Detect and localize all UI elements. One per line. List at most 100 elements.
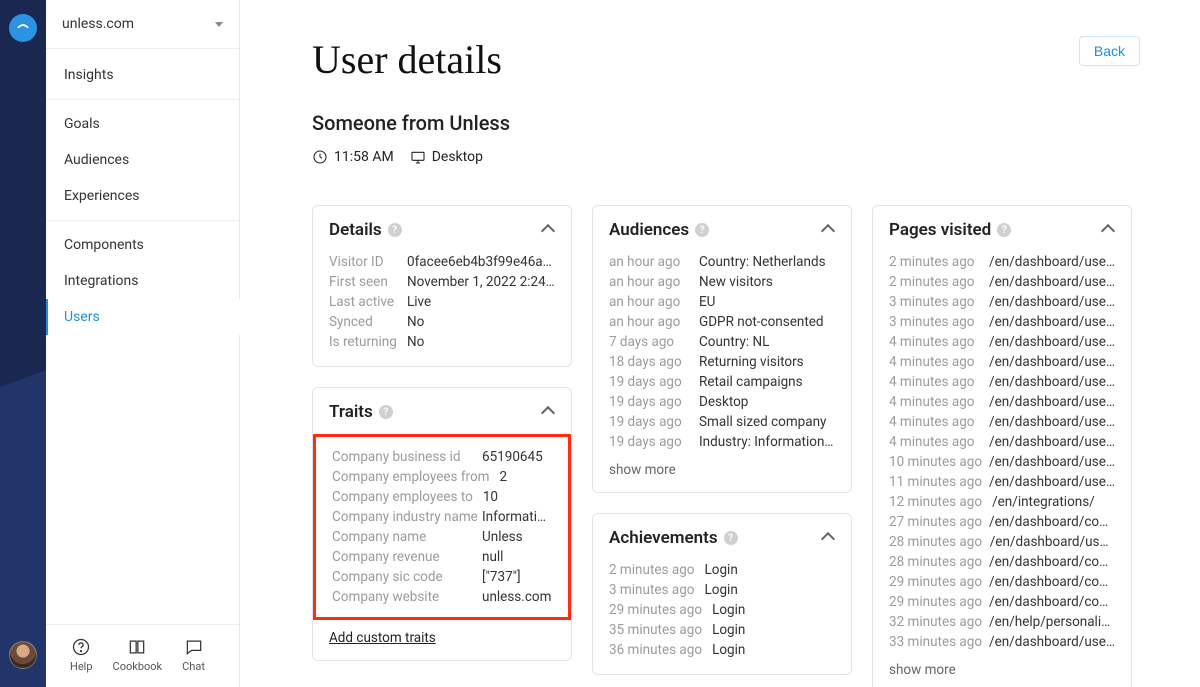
- cookbook-button[interactable]: Cookbook: [113, 637, 163, 673]
- list-item: 4 minutes ago/en/dashboard/users/co…: [889, 372, 1115, 392]
- workspace-selector[interactable]: unless.com: [46, 0, 239, 49]
- list-item: First seenNovember 1, 2022 2:24 PM: [329, 272, 555, 292]
- row-value: /en/dashboard/users: [990, 534, 1115, 550]
- row-value: /en/dashboard/contact…: [989, 574, 1115, 590]
- sidebar-item-users[interactable]: Users: [46, 299, 239, 335]
- page-title: User details: [312, 36, 502, 83]
- row-value: /en/dashboard/users/v…: [989, 634, 1115, 650]
- help-icon[interactable]: ?: [388, 223, 402, 237]
- row-label: 35 minutes ago: [609, 622, 702, 638]
- list-item: 4 minutes ago/en/dashboard/users/vis…: [889, 352, 1115, 372]
- chat-button[interactable]: Chat: [182, 637, 205, 673]
- show-more-link[interactable]: show more: [889, 662, 1115, 678]
- list-item: 4 minutes ago/en/dashboard/users/vis…: [889, 392, 1115, 412]
- row-label: Synced: [329, 314, 397, 330]
- show-more-link[interactable]: show more: [609, 462, 835, 478]
- row-value: ["737"]: [482, 569, 521, 585]
- back-button[interactable]: Back: [1079, 36, 1140, 66]
- list-item: 35 minutes ago Login: [609, 620, 835, 640]
- row-label: 3 minutes ago: [609, 582, 694, 598]
- row-value: Unless: [482, 529, 523, 545]
- achievements-heading: Achievements: [609, 528, 718, 548]
- row-value: /en/help/personalizati…: [989, 614, 1115, 630]
- row-label: 11 minutes ago: [889, 474, 979, 490]
- list-item: Is returningNo: [329, 332, 555, 352]
- row-value: Returning visitors: [699, 354, 804, 370]
- add-custom-traits-link[interactable]: Add custom traits: [329, 630, 436, 646]
- sidebar-item-goals[interactable]: Goals: [46, 106, 239, 142]
- row-label: an hour ago: [609, 274, 689, 290]
- list-item: 19 days agoDesktop: [609, 392, 835, 412]
- list-item: 19 days agoIndustry: Information Tec…: [609, 432, 835, 452]
- row-label: 27 minutes ago: [889, 514, 979, 530]
- row-value: 65190645: [482, 449, 543, 465]
- collapse-toggle[interactable]: [541, 405, 555, 419]
- list-item: 28 minutes ago/en/dashboard/contact…: [889, 552, 1115, 572]
- row-value: GDPR not-consented: [699, 314, 824, 330]
- sidebar-item-audiences[interactable]: Audiences: [46, 142, 239, 178]
- row-label: 29 minutes ago: [889, 574, 979, 590]
- sidebar-item-experiences[interactable]: Experiences: [46, 178, 239, 214]
- row-value: Information T…: [482, 509, 552, 525]
- row-value: /en/dashboard/users/co…: [989, 374, 1115, 390]
- sidebar-item-components[interactable]: Components: [46, 227, 239, 263]
- help-icon[interactable]: ?: [724, 531, 738, 545]
- row-label: 4 minutes ago: [889, 394, 979, 410]
- list-item: 28 minutes ago/en/dashboard/users: [889, 532, 1115, 552]
- help-icon[interactable]: ?: [695, 223, 709, 237]
- list-item: 4 minutes ago/en/dashboard/users/co…: [889, 412, 1115, 432]
- row-label: 33 minutes ago: [889, 634, 979, 650]
- row-value: Country: Netherlands: [699, 254, 826, 270]
- row-label: 4 minutes ago: [889, 414, 979, 430]
- row-label: 36 minutes ago: [609, 642, 702, 658]
- row-label: 28 minutes ago: [889, 554, 979, 570]
- list-item: 12 minutes ago/en/integrations/: [889, 492, 1115, 512]
- sidebar-item-integrations[interactable]: Integrations: [46, 263, 239, 299]
- collapse-toggle[interactable]: [821, 223, 835, 237]
- main-content: User details Back Someone from Unless 11…: [240, 0, 1200, 687]
- details-card: Details? Visitor ID0facee6eb4b3f99e46ab9…: [312, 205, 572, 367]
- list-item: 2 minutes ago/en/dashboard/users: [889, 252, 1115, 272]
- row-value: /en/dashboard/users/vis…: [989, 274, 1115, 290]
- list-item: Company name Unless: [332, 527, 552, 547]
- help-icon[interactable]: ?: [379, 405, 393, 419]
- pages-visited-card: Pages visited? 2 minutes ago/en/dashboar…: [872, 205, 1132, 687]
- row-label: 3 minutes ago: [889, 294, 979, 310]
- help-icon[interactable]: ?: [997, 223, 1011, 237]
- list-item: 7 days agoCountry: NL: [609, 332, 835, 352]
- list-item: Company websiteunless.com: [332, 587, 552, 607]
- list-item: Company sic code["737"]: [332, 567, 552, 587]
- list-item: 29 minutes ago/en/dashboard/contacts: [889, 592, 1115, 612]
- row-label: Company employees to: [332, 489, 473, 505]
- row-label: an hour ago: [609, 254, 689, 270]
- row-label: Visitor ID: [329, 254, 397, 270]
- list-item: 3 minutes ago/en/dashboard/users/vis…: [889, 292, 1115, 312]
- list-item: Last activeLive: [329, 292, 555, 312]
- avatar[interactable]: [9, 641, 37, 669]
- row-value: /en/dashboard/users/vis…: [989, 394, 1115, 410]
- collapse-toggle[interactable]: [821, 531, 835, 545]
- sidebar: unless.com Insights Goals Audiences Expe…: [46, 0, 240, 687]
- row-label: an hour ago: [609, 294, 689, 310]
- row-label: 4 minutes ago: [889, 354, 979, 370]
- help-button[interactable]: Help: [70, 637, 93, 673]
- collapse-toggle[interactable]: [541, 223, 555, 237]
- row-label: Company industry name: [332, 509, 472, 525]
- collapse-toggle[interactable]: [1101, 223, 1115, 237]
- row-value: /en/dashboard/users/co…: [989, 414, 1115, 430]
- app-logo-icon[interactable]: [9, 14, 37, 42]
- row-value: /en/dashboard/contact…: [989, 554, 1115, 570]
- help-icon: [71, 637, 91, 657]
- sidebar-item-insights[interactable]: Insights: [46, 57, 239, 93]
- details-rows: Visitor ID0facee6eb4b3f99e46ab93c…First …: [329, 252, 555, 352]
- app-rail: [0, 0, 46, 687]
- row-value: EU: [699, 294, 715, 310]
- row-label: Company revenue: [332, 549, 472, 565]
- list-item: 2 minutes ago/en/dashboard/users/vis…: [889, 272, 1115, 292]
- list-item: 3 minutes ago/en/dashboard/users/vis…: [889, 312, 1115, 332]
- row-label: Company name: [332, 529, 472, 545]
- row-value: Login: [712, 622, 745, 638]
- row-label: 19 days ago: [609, 414, 689, 430]
- user-meta: 11:58 AM Desktop: [312, 149, 1140, 165]
- row-value: /en/dashboard/users: [989, 254, 1115, 270]
